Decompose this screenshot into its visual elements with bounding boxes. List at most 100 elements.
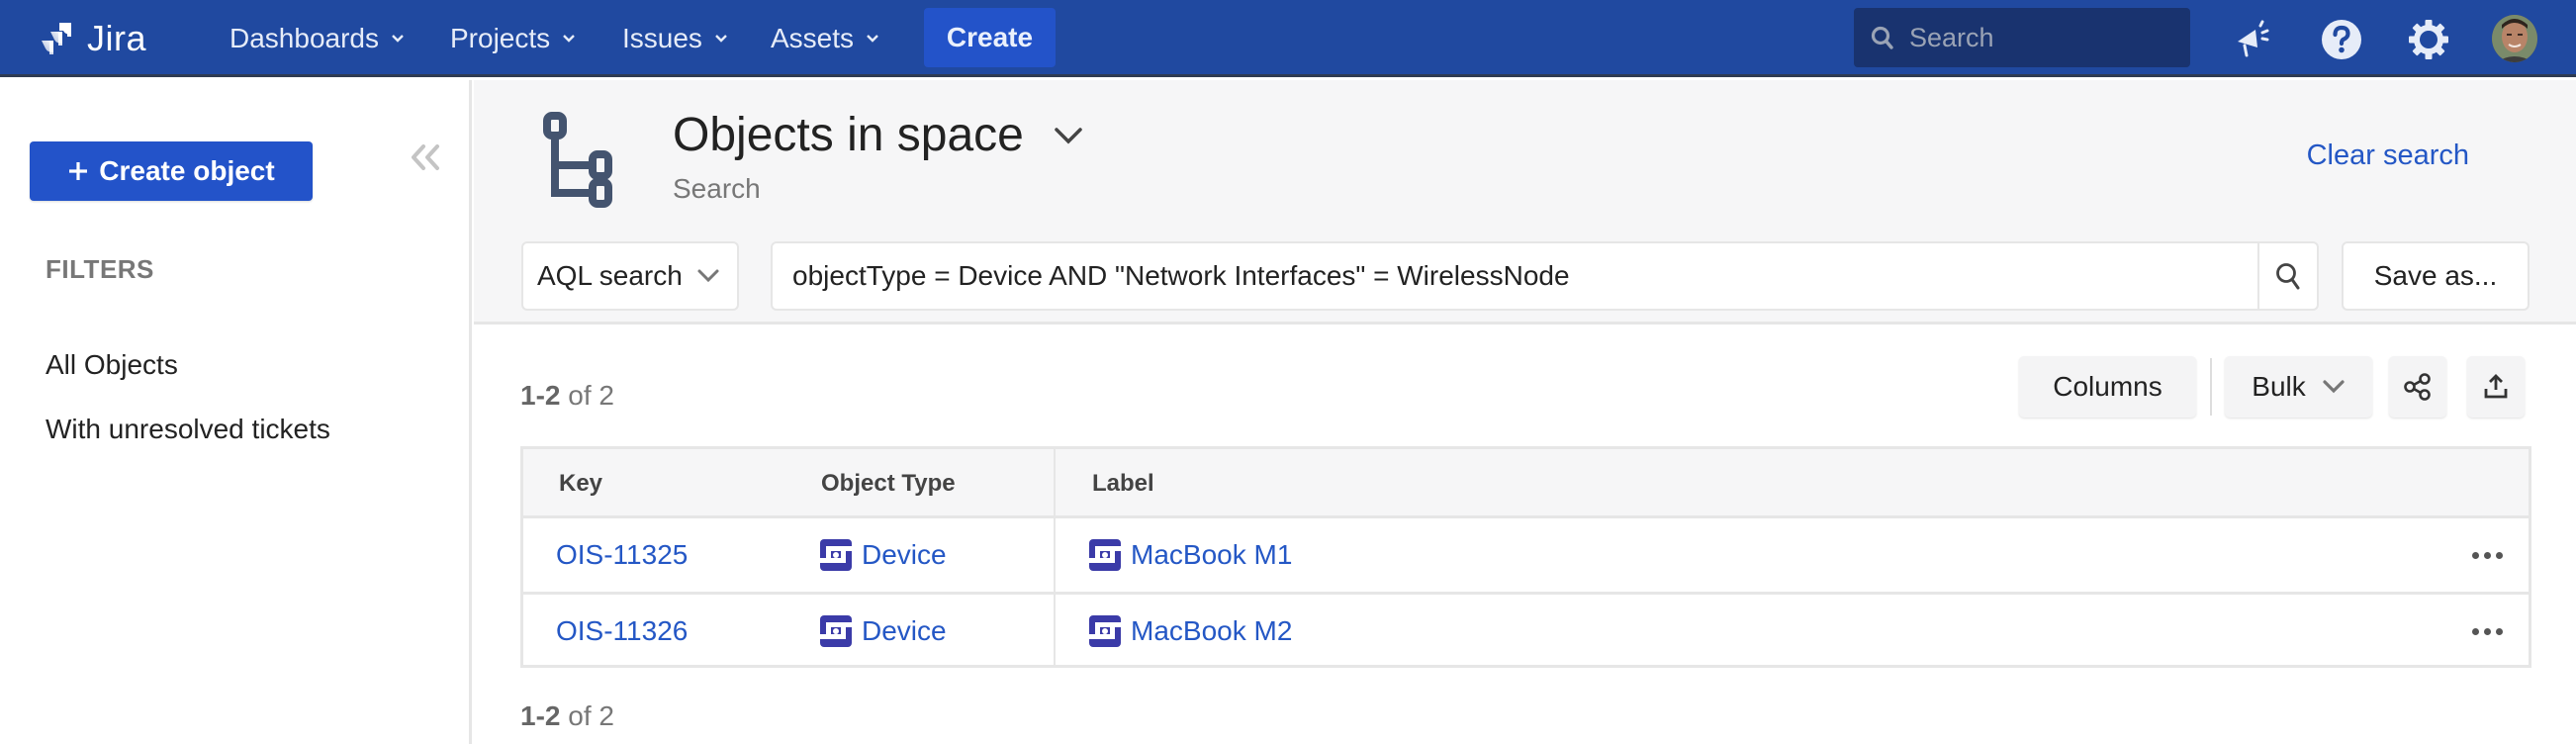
column-header-object-type[interactable]: Object Type: [821, 449, 956, 518]
more-dot-icon: [2471, 627, 2479, 635]
nav-assets-label: Assets: [771, 23, 855, 53]
nav-issues-label: Issues: [622, 23, 702, 53]
save-as-button[interactable]: Save as...: [2342, 241, 2530, 311]
global-search-input[interactable]: [1909, 22, 2166, 53]
nav-projects-label: Projects: [450, 23, 551, 53]
row-actions-button[interactable]: [2467, 616, 2507, 646]
settings-button[interactable]: [2407, 18, 2450, 61]
title-dropdown-button[interactable]: [1052, 119, 1085, 152]
create-button[interactable]: Create: [924, 8, 1056, 67]
nav-dashboards-label: Dashboards: [230, 23, 379, 53]
aql-search-button[interactable]: [2257, 243, 2317, 309]
object-type-label: Device: [862, 615, 947, 646]
sidebar: Create object FILTERS All Objects With u…: [0, 80, 472, 744]
aql-search-field: [771, 241, 2319, 311]
columns-button[interactable]: Columns: [2019, 356, 2196, 418]
search-icon: [2276, 263, 2300, 290]
double-chevron-left-icon: [412, 144, 439, 170]
object-key-link[interactable]: OIS-11325: [556, 518, 688, 592]
more-dot-icon: [2483, 627, 2491, 635]
object-key-link[interactable]: OIS-11326: [556, 595, 688, 668]
device-icon: [1089, 615, 1121, 647]
create-object-button[interactable]: Create object: [30, 141, 313, 201]
results-count-top: 1-2 of 2: [520, 380, 614, 412]
nav-issues[interactable]: Issues: [622, 18, 728, 59]
chevron-down-icon: [392, 35, 404, 43]
chevron-down-icon: [2323, 380, 2345, 394]
chevron-down-icon: [1055, 127, 1082, 143]
results-total: of 2: [568, 380, 614, 411]
filter-unresolved-tickets[interactable]: With unresolved tickets: [46, 414, 330, 445]
bulk-label: Bulk: [2252, 371, 2306, 402]
jira-logo[interactable]: Jira: [38, 18, 146, 59]
search-mode-select[interactable]: AQL search: [521, 241, 739, 311]
device-icon: [1089, 539, 1121, 571]
upload-icon: [2484, 374, 2508, 399]
more-dot-icon: [2495, 551, 2503, 559]
more-dot-icon: [2471, 551, 2479, 559]
global-search[interactable]: [1854, 8, 2190, 67]
device-icon: [820, 539, 852, 571]
object-type-label: Device: [862, 539, 947, 570]
results-total: of 2: [568, 700, 614, 731]
export-button[interactable]: [2467, 356, 2525, 418]
table-header: Key Object Type Label: [523, 449, 2529, 518]
gear-icon: [2409, 20, 2448, 59]
search-mode-value: AQL search: [537, 260, 683, 291]
column-separator: [1054, 449, 1056, 515]
filter-all-objects[interactable]: All Objects: [46, 349, 178, 381]
share-icon: [2404, 373, 2431, 401]
results-range: 1-2: [520, 380, 561, 411]
help-icon: [2322, 20, 2361, 59]
results-count-bottom: 1-2 of 2: [520, 700, 614, 732]
chevron-down-icon: [563, 35, 576, 43]
more-dot-icon: [2495, 627, 2503, 635]
toolbar-divider: [2210, 358, 2212, 416]
aql-query-input[interactable]: [773, 243, 2257, 309]
object-label-text: MacBook M1: [1131, 539, 1293, 570]
more-dot-icon: [2483, 551, 2491, 559]
table-row: OIS-11325 Device MacBook M1: [523, 518, 2529, 592]
column-separator: [1054, 595, 1056, 665]
object-type-link[interactable]: Device: [820, 595, 947, 668]
logo-text: Jira: [87, 18, 147, 58]
row-actions-button[interactable]: [2467, 540, 2507, 570]
megaphone-icon: [2238, 20, 2269, 57]
search-header: Objects in space Search Clear search AQL…: [474, 80, 2576, 325]
clear-search-link[interactable]: Clear search: [2307, 140, 2469, 172]
chevron-down-icon: [697, 269, 719, 283]
nav-projects[interactable]: Projects: [450, 18, 576, 59]
search-icon: [1871, 26, 1893, 49]
collapse-sidebar-button[interactable]: [406, 138, 445, 177]
object-type-link[interactable]: Device: [820, 518, 947, 592]
chevron-down-icon: [715, 35, 727, 43]
objects-table: Key Object Type Label OIS-11325 Device M…: [520, 446, 2531, 668]
notifications-button[interactable]: [2232, 18, 2275, 61]
column-header-key[interactable]: Key: [559, 449, 602, 518]
share-button[interactable]: [2389, 356, 2446, 418]
column-header-label[interactable]: Label: [1092, 449, 1154, 518]
bulk-button[interactable]: Bulk: [2225, 356, 2372, 418]
top-navigation: Jira Dashboards Projects Issues Assets C…: [0, 0, 2576, 77]
column-separator: [1054, 518, 1056, 592]
user-avatar-image: [2492, 15, 2537, 62]
avatar[interactable]: [2492, 15, 2537, 62]
results-range: 1-2: [520, 700, 561, 731]
help-button[interactable]: [2320, 18, 2363, 61]
object-schema-icon: [543, 112, 612, 208]
nav-assets[interactable]: Assets: [771, 18, 879, 59]
device-icon: [820, 615, 852, 647]
plus-icon: [69, 162, 88, 180]
object-label-text: MacBook M2: [1131, 615, 1293, 646]
jira-logo-icon: [42, 23, 71, 54]
filters-heading: FILTERS: [46, 254, 154, 284]
page-subtitle: Search: [673, 173, 761, 204]
chevron-down-icon: [867, 35, 878, 43]
page-title: Objects in space: [673, 108, 1085, 162]
nav-dashboards[interactable]: Dashboards: [230, 18, 405, 59]
create-object-label: Create object: [99, 155, 275, 186]
page-title-text: Objects in space: [673, 109, 1024, 161]
table-row: OIS-11326 Device MacBook M2: [523, 592, 2529, 665]
object-label-link[interactable]: MacBook M1: [1089, 518, 1292, 592]
object-label-link[interactable]: MacBook M2: [1089, 595, 1292, 668]
